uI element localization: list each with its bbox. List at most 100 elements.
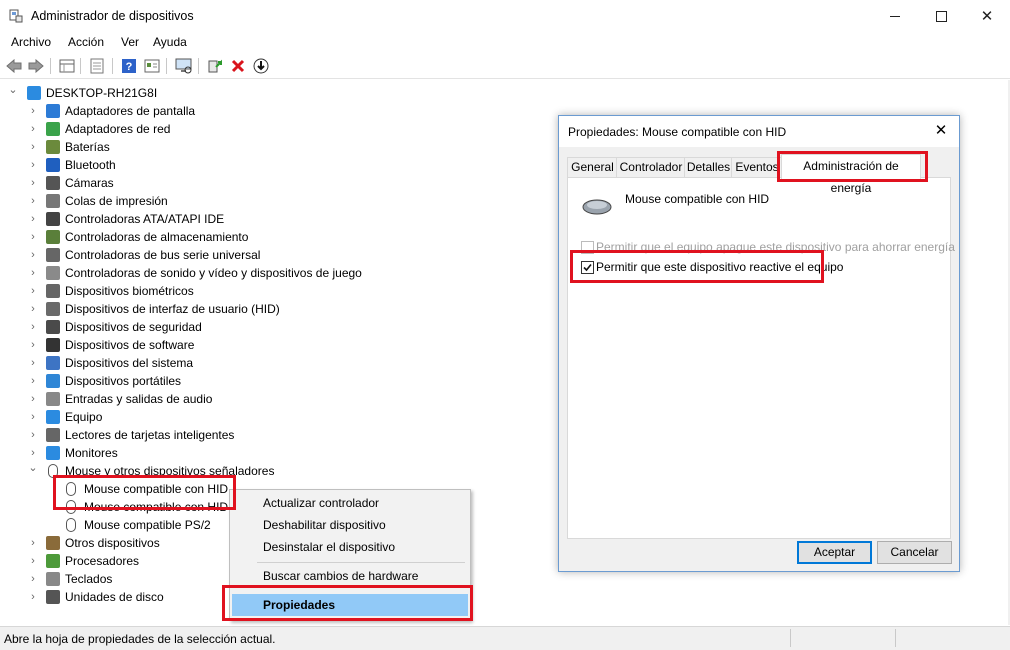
- chevron-right-icon[interactable]: ›: [28, 354, 38, 372]
- tab-panel: [567, 177, 951, 539]
- tree-item-label: Dispositivos de interfaz de usuario (HID…: [65, 302, 280, 316]
- chevron-down-icon[interactable]: ⌄: [8, 84, 18, 102]
- tree-item-label: Cámaras: [65, 176, 114, 190]
- storage-controller-icon: [46, 230, 60, 244]
- properties-view-button[interactable]: [58, 57, 76, 75]
- tree-item-label: Baterías: [65, 140, 110, 154]
- dialog-close-button[interactable]: ✕: [929, 120, 953, 142]
- toolbar-separator: [80, 58, 81, 74]
- tree-item-label: Procesadores: [65, 554, 140, 568]
- tab-eventos[interactable]: Eventos: [731, 157, 783, 177]
- tree-item-label: Equipo: [65, 410, 103, 424]
- chevron-right-icon[interactable]: ›: [28, 246, 38, 264]
- tree-item-label: Adaptadores de red: [65, 122, 171, 136]
- menu-item-disable-device[interactable]: Deshabilitar dispositivo: [263, 518, 386, 532]
- chevron-right-icon[interactable]: ›: [28, 300, 38, 318]
- tab-general[interactable]: General: [567, 157, 618, 177]
- software-device-icon: [46, 338, 60, 352]
- forward-button[interactable]: [27, 57, 45, 75]
- tree-item-label: Mouse compatible PS/2: [84, 518, 211, 532]
- chevron-right-icon[interactable]: ›: [28, 228, 38, 246]
- allow-power-off-label: Permitir que el equipo apague este dispo…: [596, 240, 955, 254]
- menu-archivo[interactable]: Archivo: [11, 35, 51, 49]
- menu-item-properties[interactable]: Propiedades: [263, 598, 335, 612]
- menu-ayuda[interactable]: Ayuda: [153, 35, 187, 49]
- network-adapter-icon: [46, 122, 60, 136]
- close-icon: ✕: [934, 122, 948, 139]
- chevron-right-icon[interactable]: ›: [28, 210, 38, 228]
- resources-button[interactable]: [143, 57, 161, 75]
- cancel-button[interactable]: Cancelar: [877, 541, 952, 564]
- chevron-right-icon[interactable]: ›: [28, 390, 38, 408]
- menu-item-uninstall-device[interactable]: Desinstalar el dispositivo: [263, 540, 395, 554]
- chevron-right-icon[interactable]: ›: [28, 120, 38, 138]
- menu-bar: Archivo Acción Ver Ayuda: [0, 32, 1010, 52]
- close-icon: ✕: [980, 8, 994, 25]
- allow-wake-checkbox[interactable]: [581, 261, 594, 274]
- scan-hardware-button[interactable]: [175, 57, 193, 75]
- enable-device-button[interactable]: [252, 57, 270, 75]
- chevron-right-icon[interactable]: ›: [28, 534, 38, 552]
- chevron-right-icon[interactable]: ›: [28, 408, 38, 426]
- chevron-right-icon[interactable]: ›: [28, 444, 38, 462]
- chevron-right-icon[interactable]: ›: [28, 156, 38, 174]
- chevron-right-icon[interactable]: ›: [28, 282, 38, 300]
- uninstall-button[interactable]: [229, 57, 247, 75]
- tree-item-label: Bluetooth: [65, 158, 116, 172]
- chevron-right-icon[interactable]: ›: [28, 264, 38, 282]
- tree-item-label: Adaptadores de pantalla: [65, 104, 196, 118]
- menu-ver[interactable]: Ver: [121, 35, 139, 49]
- list-view-button[interactable]: [88, 57, 106, 75]
- chevron-right-icon[interactable]: ›: [28, 372, 38, 390]
- chevron-right-icon[interactable]: ›: [28, 174, 38, 192]
- chevron-right-icon[interactable]: ›: [28, 192, 38, 210]
- chevron-right-icon[interactable]: ›: [28, 552, 38, 570]
- tree-item-label: Unidades de disco: [65, 590, 164, 604]
- maximize-icon: [935, 10, 947, 22]
- tree-item-label: Colas de impresión: [65, 194, 168, 208]
- menu-accion[interactable]: Acción: [68, 35, 104, 49]
- chevron-right-icon[interactable]: ›: [28, 318, 38, 336]
- tree-item[interactable]: › Unidades de disco: [0, 588, 1000, 606]
- tree-root[interactable]: ⌄ DESKTOP-RH21G8I: [0, 84, 1000, 102]
- chevron-down-icon[interactable]: ⌄: [28, 462, 38, 480]
- chevron-right-icon[interactable]: ›: [28, 588, 38, 606]
- chevron-right-icon[interactable]: ›: [28, 336, 38, 354]
- chevron-right-icon[interactable]: ›: [28, 138, 38, 156]
- forward-icon: [28, 59, 44, 73]
- title-bar: Administrador de dispositivos ✕: [0, 0, 1010, 32]
- tree-item-label: Mouse compatible con HID: [84, 482, 229, 496]
- chevron-right-icon[interactable]: ›: [28, 426, 38, 444]
- svg-text:?: ?: [126, 61, 133, 73]
- dialog-title-bar: Propiedades: Mouse compatible con HID ✕: [559, 116, 959, 147]
- processor-icon: [46, 554, 60, 568]
- allow-wake-label: Permitir que este dispositivo reactive e…: [596, 260, 844, 274]
- chevron-right-icon[interactable]: ›: [28, 102, 38, 120]
- maximize-button[interactable]: [918, 0, 964, 32]
- help-button[interactable]: ?: [120, 57, 138, 75]
- computer-icon: [46, 410, 60, 424]
- accept-button[interactable]: Aceptar: [797, 541, 872, 564]
- mouse-icon: [48, 464, 58, 478]
- properties-grid-icon: [59, 59, 75, 73]
- chevron-right-icon[interactable]: ›: [28, 570, 38, 588]
- keyboard-icon: [46, 572, 60, 586]
- update-driver-button[interactable]: [206, 57, 224, 75]
- tab-power-management[interactable]: Administración de energía: [781, 154, 921, 195]
- status-separator: [790, 629, 791, 647]
- menu-item-scan-hardware[interactable]: Buscar cambios de hardware: [263, 569, 418, 583]
- tree-item[interactable]: › Teclados: [0, 570, 1000, 588]
- menu-item-update-driver[interactable]: Actualizar controlador: [263, 496, 379, 510]
- back-button[interactable]: [5, 57, 23, 75]
- allow-power-off-checkbox[interactable]: [581, 241, 594, 254]
- smartcard-reader-icon: [46, 428, 60, 442]
- hid-icon: [46, 302, 60, 316]
- toolbar-separator: [50, 58, 51, 74]
- dialog-title: Propiedades: Mouse compatible con HID: [568, 125, 787, 139]
- tab-detalles[interactable]: Detalles: [684, 157, 733, 177]
- tab-controlador[interactable]: Controlador: [616, 157, 686, 177]
- tree-item-label: Controladoras ATA/ATAPI IDE: [65, 212, 225, 226]
- minimize-button[interactable]: [872, 0, 918, 32]
- close-button[interactable]: ✕: [964, 0, 1010, 32]
- tree-item-label: Monitores: [65, 446, 118, 460]
